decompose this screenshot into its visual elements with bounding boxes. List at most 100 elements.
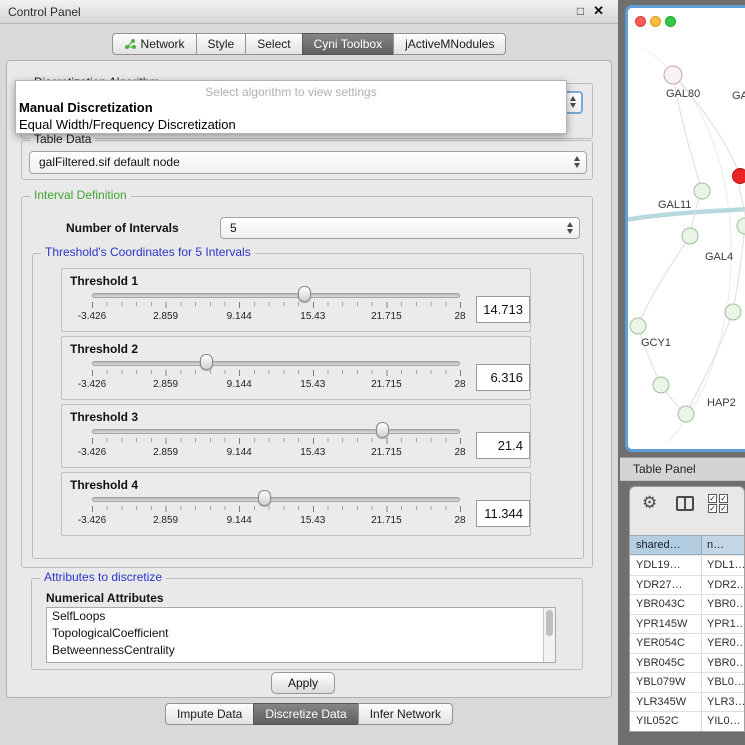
combobox-value: 5 — [230, 218, 237, 239]
tab-label: Impute Data — [177, 707, 242, 721]
interval-definition-group: Interval Definition Number of Intervals … — [21, 196, 593, 568]
tab-network[interactable]: Network — [112, 33, 197, 55]
column-header-name[interactable]: n… — [702, 536, 745, 554]
tab-label: Cyni Toolbox — [314, 37, 382, 51]
gear-icon[interactable]: ⚙ — [642, 493, 657, 513]
control-panel-titlebar: Control Panel □ ✕ — [0, 0, 618, 24]
table-row[interactable]: YDR27…YDR2… — [630, 576, 745, 596]
attribute-list-item[interactable]: TopologicalCoefficient — [47, 625, 555, 642]
slider-scale-label: 2.859 — [153, 515, 178, 526]
tab-cyni-toolbox[interactable]: Cyni Toolbox — [302, 33, 394, 55]
slider-scale-label: -3.426 — [78, 515, 106, 526]
table-row[interactable]: YER054CYER0… — [630, 634, 745, 654]
network-node-label: GAL11 — [658, 199, 691, 211]
column-header-shared-name[interactable]: shared… — [630, 536, 702, 554]
table-columns-icon[interactable] — [676, 496, 694, 511]
shared-name-cell: YLR345W — [630, 693, 702, 712]
slider-scale-label: 21.715 — [371, 515, 402, 526]
network-node[interactable] — [737, 218, 745, 234]
name-cell: YLR3… — [702, 693, 745, 712]
threshold-label: Threshold 2 — [70, 342, 138, 356]
attribute-list-item[interactable]: SelfLoops — [47, 608, 555, 625]
network-edge — [638, 326, 661, 385]
slider-scale-label: 28 — [454, 379, 465, 390]
network-node[interactable] — [630, 318, 646, 334]
slider-thumb[interactable] — [258, 490, 271, 506]
table-row[interactable]: YIL052CYIL0… — [630, 712, 745, 732]
table-row[interactable]: YBL079WYBL0… — [630, 673, 745, 693]
slider-track[interactable] — [92, 293, 460, 298]
table-panel-title: Table Panel — [633, 462, 696, 476]
slider-track[interactable] — [92, 497, 460, 502]
table-row[interactable]: YLR345WYLR3… — [630, 693, 745, 713]
slider-scale-label: 9.144 — [227, 379, 252, 390]
network-node[interactable] — [725, 304, 741, 320]
scrollbar[interactable] — [543, 608, 555, 662]
slider-scale-label: -3.426 — [78, 379, 106, 390]
slider-scale-label: 2.859 — [153, 311, 178, 322]
name-cell: YPR1… — [702, 615, 745, 634]
tab-jactivemnodules[interactable]: jActiveMNodules — [393, 33, 506, 55]
control-panel-window: Control Panel □ ✕ Network Style Select C… — [0, 0, 618, 745]
name-cell: YDR2… — [702, 576, 745, 595]
minimize-traffic-light[interactable] — [650, 16, 661, 27]
table-row[interactable]: YPR145WYPR1… — [630, 615, 745, 635]
threshold-label: Threshold 4 — [70, 478, 138, 492]
slider-track[interactable] — [92, 361, 460, 366]
threshold-value-input[interactable]: 11.344 — [476, 500, 530, 527]
tab-select[interactable]: Select — [245, 33, 302, 55]
slider-thumb[interactable] — [298, 286, 311, 302]
algorithm-option-equal-width[interactable]: Equal Width/Frequency Discretization — [16, 116, 566, 133]
checkbox-grid-icon[interactable]: ✓ ✓ ✓ ✓ — [708, 494, 729, 513]
network-node[interactable] — [678, 406, 694, 422]
slider-thumb[interactable] — [376, 422, 389, 438]
slider-major-ticks — [92, 302, 461, 308]
zoom-traffic-light[interactable] — [665, 16, 676, 27]
slider-thumb[interactable] — [200, 354, 213, 370]
threshold-value-input[interactable]: 6.316 — [476, 364, 530, 391]
network-node[interactable] — [653, 377, 669, 393]
scrollbar-thumb[interactable] — [546, 610, 553, 636]
algorithm-option-manual[interactable]: Manual Discretization — [16, 99, 566, 116]
tab-style[interactable]: Style — [196, 33, 247, 55]
slider-scale-label: -3.426 — [78, 447, 106, 458]
network-node[interactable] — [733, 169, 745, 184]
network-node[interactable] — [694, 183, 710, 199]
combobox-value: galFiltered.sif default node — [39, 152, 180, 173]
slider-scale-label: 21.715 — [371, 447, 402, 458]
float-window-icon[interactable]: □ — [577, 3, 584, 19]
shared-name-cell: YPR145W — [630, 615, 702, 634]
threshold-box: Threshold 3-3.4262.8599.14415.4321.71528… — [61, 404, 531, 468]
table-data-combobox[interactable]: galFiltered.sif default node — [29, 151, 587, 174]
table-panel-header: Table Panel — [620, 457, 745, 481]
network-edge — [733, 226, 745, 312]
network-node[interactable] — [682, 228, 698, 244]
shared-name-cell: YBR043C — [630, 595, 702, 614]
tab-discretize-data[interactable]: Discretize Data — [253, 703, 358, 725]
checkbox-icon: ✓ — [708, 504, 717, 513]
table-header: shared… n… — [630, 535, 745, 555]
slider-track[interactable] — [92, 429, 460, 434]
algorithm-dropdown-list: Select algorithm to view settings Manual… — [15, 80, 567, 134]
table-data-group: Table Data galFiltered.sif default node — [21, 140, 593, 180]
close-icon[interactable]: ✕ — [593, 3, 604, 19]
table-row[interactable]: YBR045CYBR0… — [630, 654, 745, 674]
slider-scale-label: 2.859 — [153, 447, 178, 458]
network-edge — [638, 236, 690, 326]
close-traffic-light[interactable] — [635, 16, 646, 27]
table-row[interactable]: YDL19…YDL1… — [630, 556, 745, 576]
slider-scale-label: 9.144 — [227, 515, 252, 526]
threshold-value-input[interactable]: 14.713 — [476, 296, 530, 323]
tab-infer-network[interactable]: Infer Network — [358, 703, 453, 725]
network-node-label: HAP2 — [707, 397, 736, 409]
numerical-attributes-list: SelfLoopsTopologicalCoefficientBetweenne… — [46, 607, 556, 663]
threshold-value-input[interactable]: 21.4 — [476, 432, 530, 459]
slider-scale-label: 9.144 — [227, 311, 252, 322]
number-of-intervals-combobox[interactable]: 5 — [220, 217, 580, 239]
network-node[interactable] — [664, 66, 682, 84]
attribute-list-item[interactable]: BetweennessCentrality — [47, 642, 555, 659]
table-row[interactable]: YBR043CYBR0… — [630, 595, 745, 615]
network-node-label: GAL4 — [705, 251, 733, 263]
apply-button[interactable]: Apply — [271, 672, 335, 694]
tab-impute-data[interactable]: Impute Data — [165, 703, 254, 725]
